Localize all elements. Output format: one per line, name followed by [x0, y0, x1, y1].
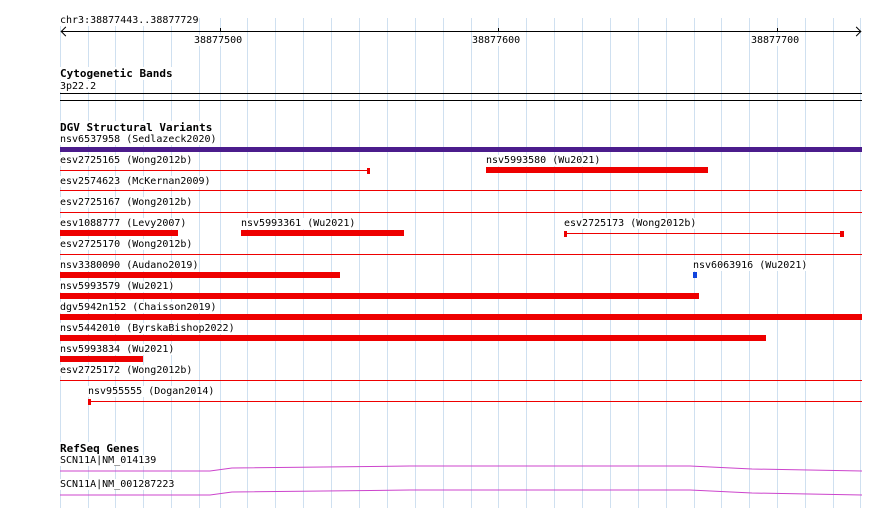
genome-browser-view[interactable]: chr3:38877443..38877729 38877500 3887760… — [0, 0, 890, 508]
gene-model — [60, 489, 863, 496]
gene-label: SCN11A|NM_001287223 — [60, 479, 176, 490]
gene-models — [60, 465, 863, 496]
gene-model — [60, 465, 863, 472]
